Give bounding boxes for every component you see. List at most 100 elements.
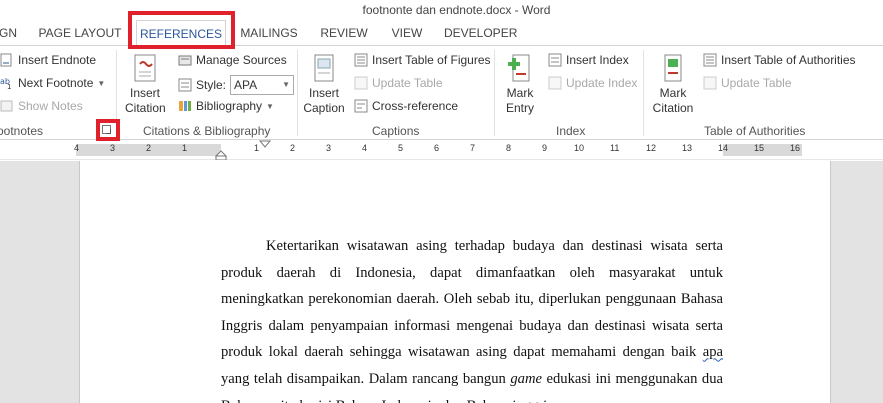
show-notes-icon — [0, 99, 14, 113]
insert-index-icon — [548, 53, 562, 67]
ribbon: Insert Endnote ab 1 Next Footnote ▼ Show … — [0, 45, 883, 140]
style-dropdown[interactable]: APA ▼ — [230, 75, 295, 95]
ruler-number: 1 — [182, 143, 188, 153]
update-index-button[interactable]: Update Index — [548, 76, 637, 90]
ruler-number: 6 — [434, 143, 440, 153]
chevron-down-icon: ▼ — [266, 101, 274, 111]
tab-review[interactable]: REVIEW — [316, 20, 372, 46]
insert-citation-button[interactable]: Insert Citation — [119, 52, 171, 116]
next-footnote-icon: ab 1 — [0, 76, 14, 91]
bibliography-icon — [178, 99, 192, 113]
dialog-launcher-highlight — [96, 119, 120, 141]
table-of-authorities-icon — [703, 53, 717, 67]
insert-citation-icon — [119, 52, 171, 86]
ruler-number: 9 — [542, 143, 548, 153]
ruler-number: 16 — [790, 143, 801, 153]
mark-citation-icon — [647, 52, 699, 86]
insert-caption-label: Insert Caption — [303, 86, 345, 115]
ruler-number: 8 — [506, 143, 512, 153]
ruler-number: 2 — [146, 143, 152, 153]
insert-table-of-authorities-label: Insert Table of Authorities — [721, 53, 856, 67]
svg-text:1: 1 — [7, 83, 11, 90]
insert-caption-button[interactable]: Insert Caption — [300, 52, 348, 116]
references-tab-highlight — [128, 11, 235, 49]
next-footnote-button[interactable]: ab 1 Next Footnote ▼ — [0, 76, 106, 91]
document-page[interactable]: Ketertarikan wisatawan asing terhadap bu… — [79, 161, 831, 403]
style-selector[interactable]: Style: APA ▼ — [178, 75, 295, 95]
update-table-authorities-label: Update Table — [721, 76, 792, 90]
insert-table-of-authorities-button[interactable]: Insert Table of Authorities — [703, 53, 856, 67]
insert-index-label: Insert Index — [566, 53, 629, 67]
update-table-label: Update Table — [372, 76, 443, 90]
ruler-number: 3 — [110, 143, 116, 153]
mark-citation-label: Mark Citation — [652, 86, 694, 115]
ruler-number: 13 — [682, 143, 693, 153]
insert-table-of-figures-button[interactable]: Insert Table of Figures — [354, 53, 491, 67]
mark-entry-icon — [498, 52, 542, 86]
group-divider — [297, 50, 298, 136]
table-of-figures-icon — [354, 53, 368, 67]
tab-mailings[interactable]: MAILINGS — [236, 20, 302, 46]
ruler-number: 7 — [470, 143, 476, 153]
paragraph-text: yang telah disampaikan. Dalam rancang ba… — [221, 370, 511, 387]
chevron-down-icon: ▼ — [282, 80, 291, 89]
group-divider — [643, 50, 644, 136]
insert-table-of-figures-label: Insert Table of Figures — [372, 53, 491, 67]
style-icon — [178, 78, 192, 92]
ruler-number: 4 — [74, 143, 80, 153]
document-paragraph[interactable]: Ketertarikan wisatawan asing terhadap bu… — [221, 233, 723, 403]
captions-group-label: Captions — [372, 124, 420, 138]
mark-entry-button[interactable]: Mark Entry — [498, 52, 542, 116]
footnotes-group-label: ootnotes — [0, 124, 44, 138]
tab-view[interactable]: VIEW — [386, 20, 428, 46]
next-footnote-label: Next Footnote — [18, 76, 94, 90]
style-value: APA — [234, 78, 258, 92]
chevron-down-icon: ▼ — [97, 78, 106, 88]
authorities-group-label: Table of Authorities — [704, 124, 806, 138]
cross-reference-label: Cross-reference — [372, 99, 459, 113]
style-label: Style: — [196, 78, 227, 92]
mark-entry-label: Mark Entry — [505, 86, 534, 115]
update-table-icon — [354, 76, 368, 90]
show-notes-label: Show Notes — [18, 99, 83, 113]
tab-developer[interactable]: DEVELOPER — [444, 20, 517, 46]
tab-page-layout[interactable]: PAGE LAYOUT — [36, 20, 124, 46]
mark-citation-button[interactable]: Mark Citation — [647, 52, 699, 116]
bibliography-button[interactable]: Bibliography ▼ — [178, 99, 274, 113]
cross-reference-icon — [354, 99, 368, 113]
horizontal-ruler[interactable]: 4 3 2 1 1 2 3 4 5 6 7 8 9 10 11 12 13 14… — [0, 140, 883, 160]
insert-endnote-button[interactable]: Insert Endnote — [0, 53, 96, 67]
update-table-authorities-button[interactable]: Update Table — [703, 76, 792, 90]
manage-sources-icon — [178, 53, 192, 67]
italic-word: game — [510, 370, 542, 387]
citations-group-label: Citations & Bibliography — [143, 124, 271, 138]
insert-caption-icon — [300, 52, 348, 86]
group-divider — [494, 50, 495, 136]
document-canvas: Ketertarikan wisatawan asing terhadap bu… — [0, 161, 883, 403]
update-table-icon — [703, 76, 717, 90]
spellcheck-word: apa — [702, 344, 723, 361]
ruler-number: 15 — [754, 143, 765, 153]
insert-index-button[interactable]: Insert Index — [548, 53, 629, 67]
manage-sources-button[interactable]: Manage Sources — [178, 53, 287, 67]
tab-design[interactable]: GN — [0, 20, 18, 46]
ruler-number: 2 — [290, 143, 296, 153]
insert-endnote-icon — [0, 53, 14, 67]
first-line-indent-marker-icon[interactable] — [258, 140, 272, 150]
update-index-icon — [548, 76, 562, 90]
insert-endnote-label: Insert Endnote — [18, 53, 97, 67]
insert-citation-label: Insert Citation — [125, 86, 166, 115]
update-table-button[interactable]: Update Table — [354, 76, 443, 90]
paragraph-text: Ketertarikan wisatawan asing terhadap bu… — [221, 238, 723, 361]
ruler-number: 5 — [398, 143, 404, 153]
cross-reference-button[interactable]: Cross-reference — [354, 99, 458, 113]
ruler-number: 11 — [610, 143, 620, 153]
bibliography-label: Bibliography — [196, 99, 263, 113]
manage-sources-label: Manage Sources — [196, 53, 287, 67]
show-notes-button[interactable]: Show Notes — [0, 99, 83, 113]
ruler-number: 12 — [646, 143, 657, 153]
ruler-number: 10 — [574, 143, 585, 153]
ruler-number: 4 — [362, 143, 368, 153]
update-index-label: Update Index — [566, 76, 638, 90]
left-indent-marker-icon[interactable] — [214, 140, 228, 160]
